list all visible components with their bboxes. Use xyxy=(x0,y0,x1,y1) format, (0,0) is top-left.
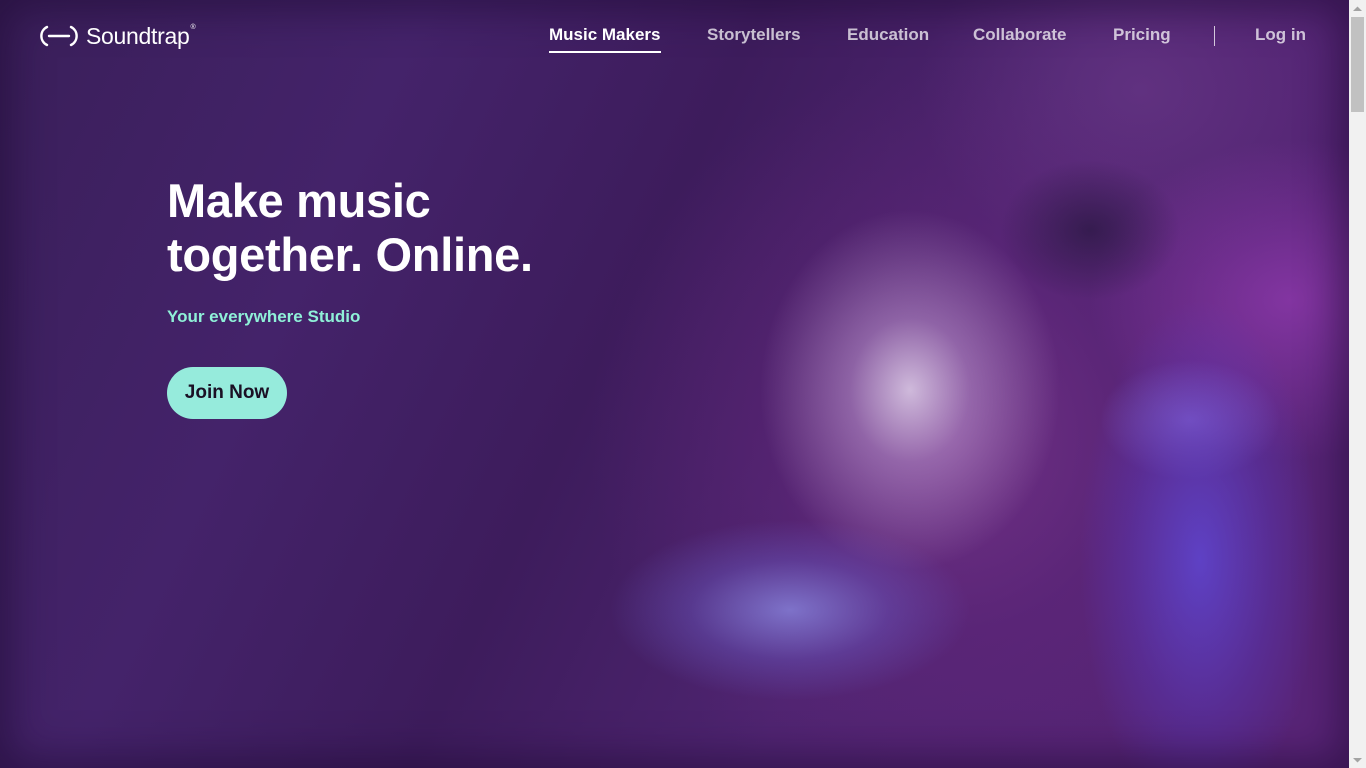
join-now-button[interactable]: Join Now xyxy=(167,367,287,419)
scroll-thumb[interactable] xyxy=(1351,17,1364,112)
hero-subtitle: Your everywhere Studio xyxy=(167,307,361,326)
nav-item-storytellers[interactable]: Storytellers xyxy=(707,24,801,46)
nav-item-education[interactable]: Education xyxy=(847,24,929,46)
nav-item-collaborate[interactable]: Collaborate xyxy=(973,24,1067,46)
hero-section: Make music together. Online. Your everyw… xyxy=(167,174,667,419)
hero-title-line-1: Make music xyxy=(167,174,431,227)
registered-mark: ® xyxy=(190,23,196,31)
nav-item-pricing[interactable]: Pricing xyxy=(1113,24,1171,46)
login-link[interactable]: Log in xyxy=(1255,24,1306,46)
site-header: Soundtrap ® Music Makers Storytellers Ed… xyxy=(0,0,1349,72)
logo-link[interactable]: Soundtrap ® xyxy=(40,22,196,50)
arrow-down-icon xyxy=(1353,757,1362,762)
nav-item-music-makers[interactable]: Music Makers xyxy=(549,24,661,53)
nav-divider xyxy=(1214,26,1215,46)
hero-background: Soundtrap ® Music Makers Storytellers Ed… xyxy=(0,0,1349,768)
scroll-down-button[interactable] xyxy=(1349,751,1366,768)
hero-title: Make music together. Online. xyxy=(167,174,667,282)
hero-title-line-2: together. Online. xyxy=(167,228,533,281)
page-scrollbar[interactable] xyxy=(1349,0,1366,768)
soundtrap-logo-icon xyxy=(40,25,78,47)
logo-text: Soundtrap xyxy=(86,23,190,49)
arrow-up-icon xyxy=(1353,6,1362,11)
scroll-up-button[interactable] xyxy=(1349,0,1366,17)
